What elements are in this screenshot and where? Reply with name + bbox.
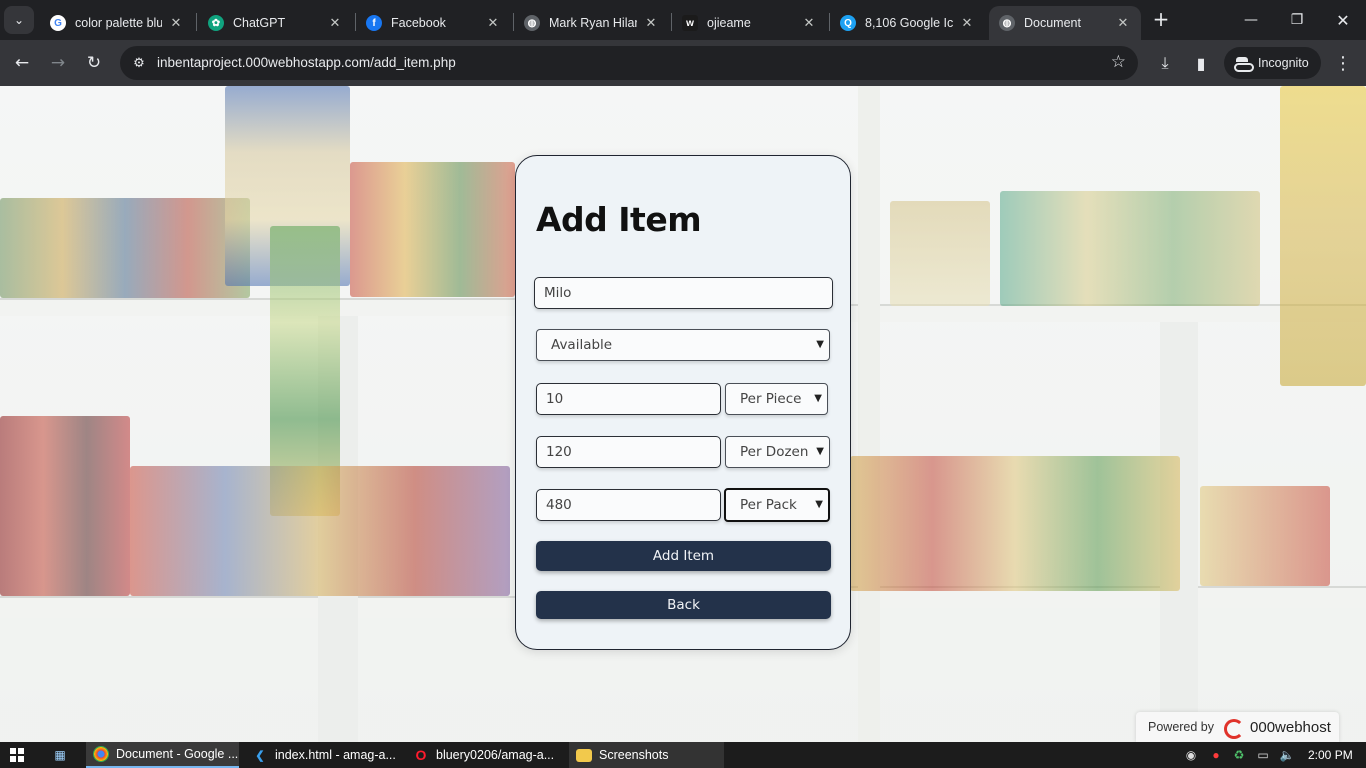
task-label: bluery0206/amag-a... (436, 748, 555, 762)
clock-time[interactable]: 2:00 PM (1308, 748, 1353, 762)
price-input-piece[interactable]: 10 (536, 383, 721, 415)
volume-icon[interactable]: 🔈 (1278, 746, 1296, 764)
chevron-down-icon: ▼ (814, 393, 822, 404)
back-arrow-icon[interactable]: ← (7, 48, 37, 78)
tab-search-button[interactable]: ⌄ (4, 6, 34, 34)
close-icon[interactable]: ✕ (327, 15, 343, 31)
status-select-value: Available (551, 337, 613, 353)
chevron-down-icon: ▼ (815, 499, 823, 510)
taskbar-task[interactable]: ❮ index.html - amag-a... (245, 742, 403, 768)
forward-arrow-icon[interactable]: → (43, 48, 73, 78)
opera-icon: O (415, 747, 427, 763)
unit-select-value: Per Pack (740, 497, 797, 513)
task-label: Screenshots (599, 748, 669, 762)
restore-icon[interactable]: ❐ (1274, 0, 1320, 40)
webflow-icon: w (682, 15, 698, 31)
tab-title: ojieame (707, 16, 751, 30)
windows-start-icon[interactable] (10, 748, 24, 762)
google-icon: G (50, 15, 66, 31)
address-bar[interactable]: ⚙ inbentaproject.000webhostapp.com/add_i… (120, 46, 1138, 80)
price-input-dozen[interactable]: 120 (536, 436, 721, 468)
taskbar-task[interactable]: Screenshots (569, 742, 724, 768)
add-item-card: Add Item Milo Available ▼ 10 Per Piece ▼… (515, 155, 851, 650)
tab-title: Document (1024, 16, 1081, 30)
unit-select-pack[interactable]: Per Pack ▼ (724, 488, 830, 522)
unit-select-piece[interactable]: Per Piece ▼ (725, 383, 828, 415)
close-icon[interactable]: ✕ (1115, 15, 1131, 31)
unit-select-value: Per Dozen (740, 444, 809, 460)
sync-icon[interactable]: ♻ (1230, 746, 1248, 764)
menu-kebab-icon[interactable]: ⋮ (1328, 48, 1358, 78)
tab-title: ChatGPT (233, 16, 286, 30)
calculator-icon[interactable]: ▦ (51, 746, 69, 764)
browser-tab[interactable]: Q 8,106 Google Ico ✕ (830, 6, 985, 40)
back-button[interactable]: Back (536, 591, 831, 619)
chatgpt-icon: ✿ (208, 15, 224, 31)
incognito-badge[interactable]: Incognito (1224, 47, 1321, 79)
incognito-label: Incognito (1258, 56, 1309, 70)
folder-icon (576, 748, 592, 762)
search-brand-icon: Q (840, 15, 856, 31)
webhost-logo-icon (1222, 718, 1245, 739)
task-label: Document - Google ... (116, 747, 239, 761)
task-label: index.html - amag-a... (275, 748, 396, 762)
url-text[interactable]: inbentaproject.000webhostapp.com/add_ite… (157, 55, 456, 70)
windows-taskbar: ▦ Document - Google ... ❮ index.html - a… (0, 742, 1366, 768)
browser-tab[interactable]: f Facebook ✕ (356, 6, 511, 40)
pinterest-icon[interactable]: ● (1207, 746, 1225, 764)
chrome-icon (93, 746, 109, 762)
powered-by-badge[interactable]: Powered by 000webhost (1136, 712, 1339, 742)
window-close-icon[interactable]: ✕ (1320, 0, 1366, 40)
tab-title: Mark Ryan Hilari (549, 16, 637, 30)
price-input-pack[interactable]: 480 (536, 489, 721, 521)
reload-icon[interactable]: ↻ (79, 48, 109, 78)
close-icon[interactable]: ✕ (801, 15, 817, 31)
side-panel-icon[interactable]: ▮ (1186, 48, 1216, 78)
close-icon[interactable]: ✕ (643, 15, 659, 31)
add-item-button[interactable]: Add Item (536, 541, 831, 571)
item-name-input[interactable]: Milo (534, 277, 833, 309)
globe-icon: ◍ (524, 15, 540, 31)
tab-title: color palette blu (75, 16, 162, 30)
browser-tab[interactable]: ✿ ChatGPT ✕ (198, 6, 353, 40)
bookmark-star-icon[interactable]: ☆ (1111, 52, 1126, 72)
powered-by-label: Powered by (1148, 720, 1215, 734)
discord-icon[interactable]: ◉ (1182, 746, 1200, 764)
close-icon[interactable]: ✕ (485, 15, 501, 31)
browser-tab[interactable]: G color palette blu ✕ (40, 6, 194, 40)
facebook-icon: f (366, 15, 382, 31)
browser-tab[interactable]: ◍ Mark Ryan Hilari ✕ (514, 6, 669, 40)
tab-title: Facebook (391, 16, 446, 30)
unit-select-value: Per Piece (740, 391, 802, 407)
host-brand: 000webhost (1250, 718, 1331, 736)
unit-select-dozen[interactable]: Per Dozen ▼ (725, 436, 830, 468)
minimize-icon[interactable]: — (1228, 0, 1274, 40)
taskbar-task[interactable]: Document - Google ... (86, 742, 239, 768)
new-tab-button[interactable]: + (1150, 9, 1172, 31)
page-viewport: Add Item Milo Available ▼ 10 Per Piece ▼… (0, 86, 1366, 742)
close-icon[interactable]: ✕ (959, 15, 975, 31)
browser-tab[interactable]: w ojieame ✕ (672, 6, 827, 40)
network-icon[interactable]: ▭ (1254, 746, 1272, 764)
close-icon[interactable]: ✕ (168, 15, 184, 31)
chevron-down-icon: ▼ (816, 339, 824, 350)
tab-title: 8,106 Google Ico (865, 16, 953, 30)
vscode-icon: ❮ (255, 749, 265, 762)
browser-tab-strip: ⌄ G color palette blu ✕ ✿ ChatGPT ✕ f Fa… (0, 0, 1366, 40)
download-icon[interactable]: ⤓ (1150, 48, 1180, 78)
globe-icon: ◍ (999, 15, 1015, 31)
tab-separator (196, 13, 197, 31)
browser-toolbar: ← → ↻ ⚙ inbentaproject.000webhostapp.com… (0, 40, 1366, 86)
status-select[interactable]: Available ▼ (536, 329, 830, 361)
site-settings-icon[interactable]: ⚙ (130, 54, 148, 72)
browser-tab-active[interactable]: ◍ Document ✕ (989, 6, 1141, 40)
taskbar-task[interactable]: O bluery0206/amag-a... (406, 742, 566, 768)
chevron-down-icon: ▼ (816, 446, 824, 457)
incognito-icon (1234, 57, 1254, 72)
page-title: Add Item (536, 200, 702, 239)
